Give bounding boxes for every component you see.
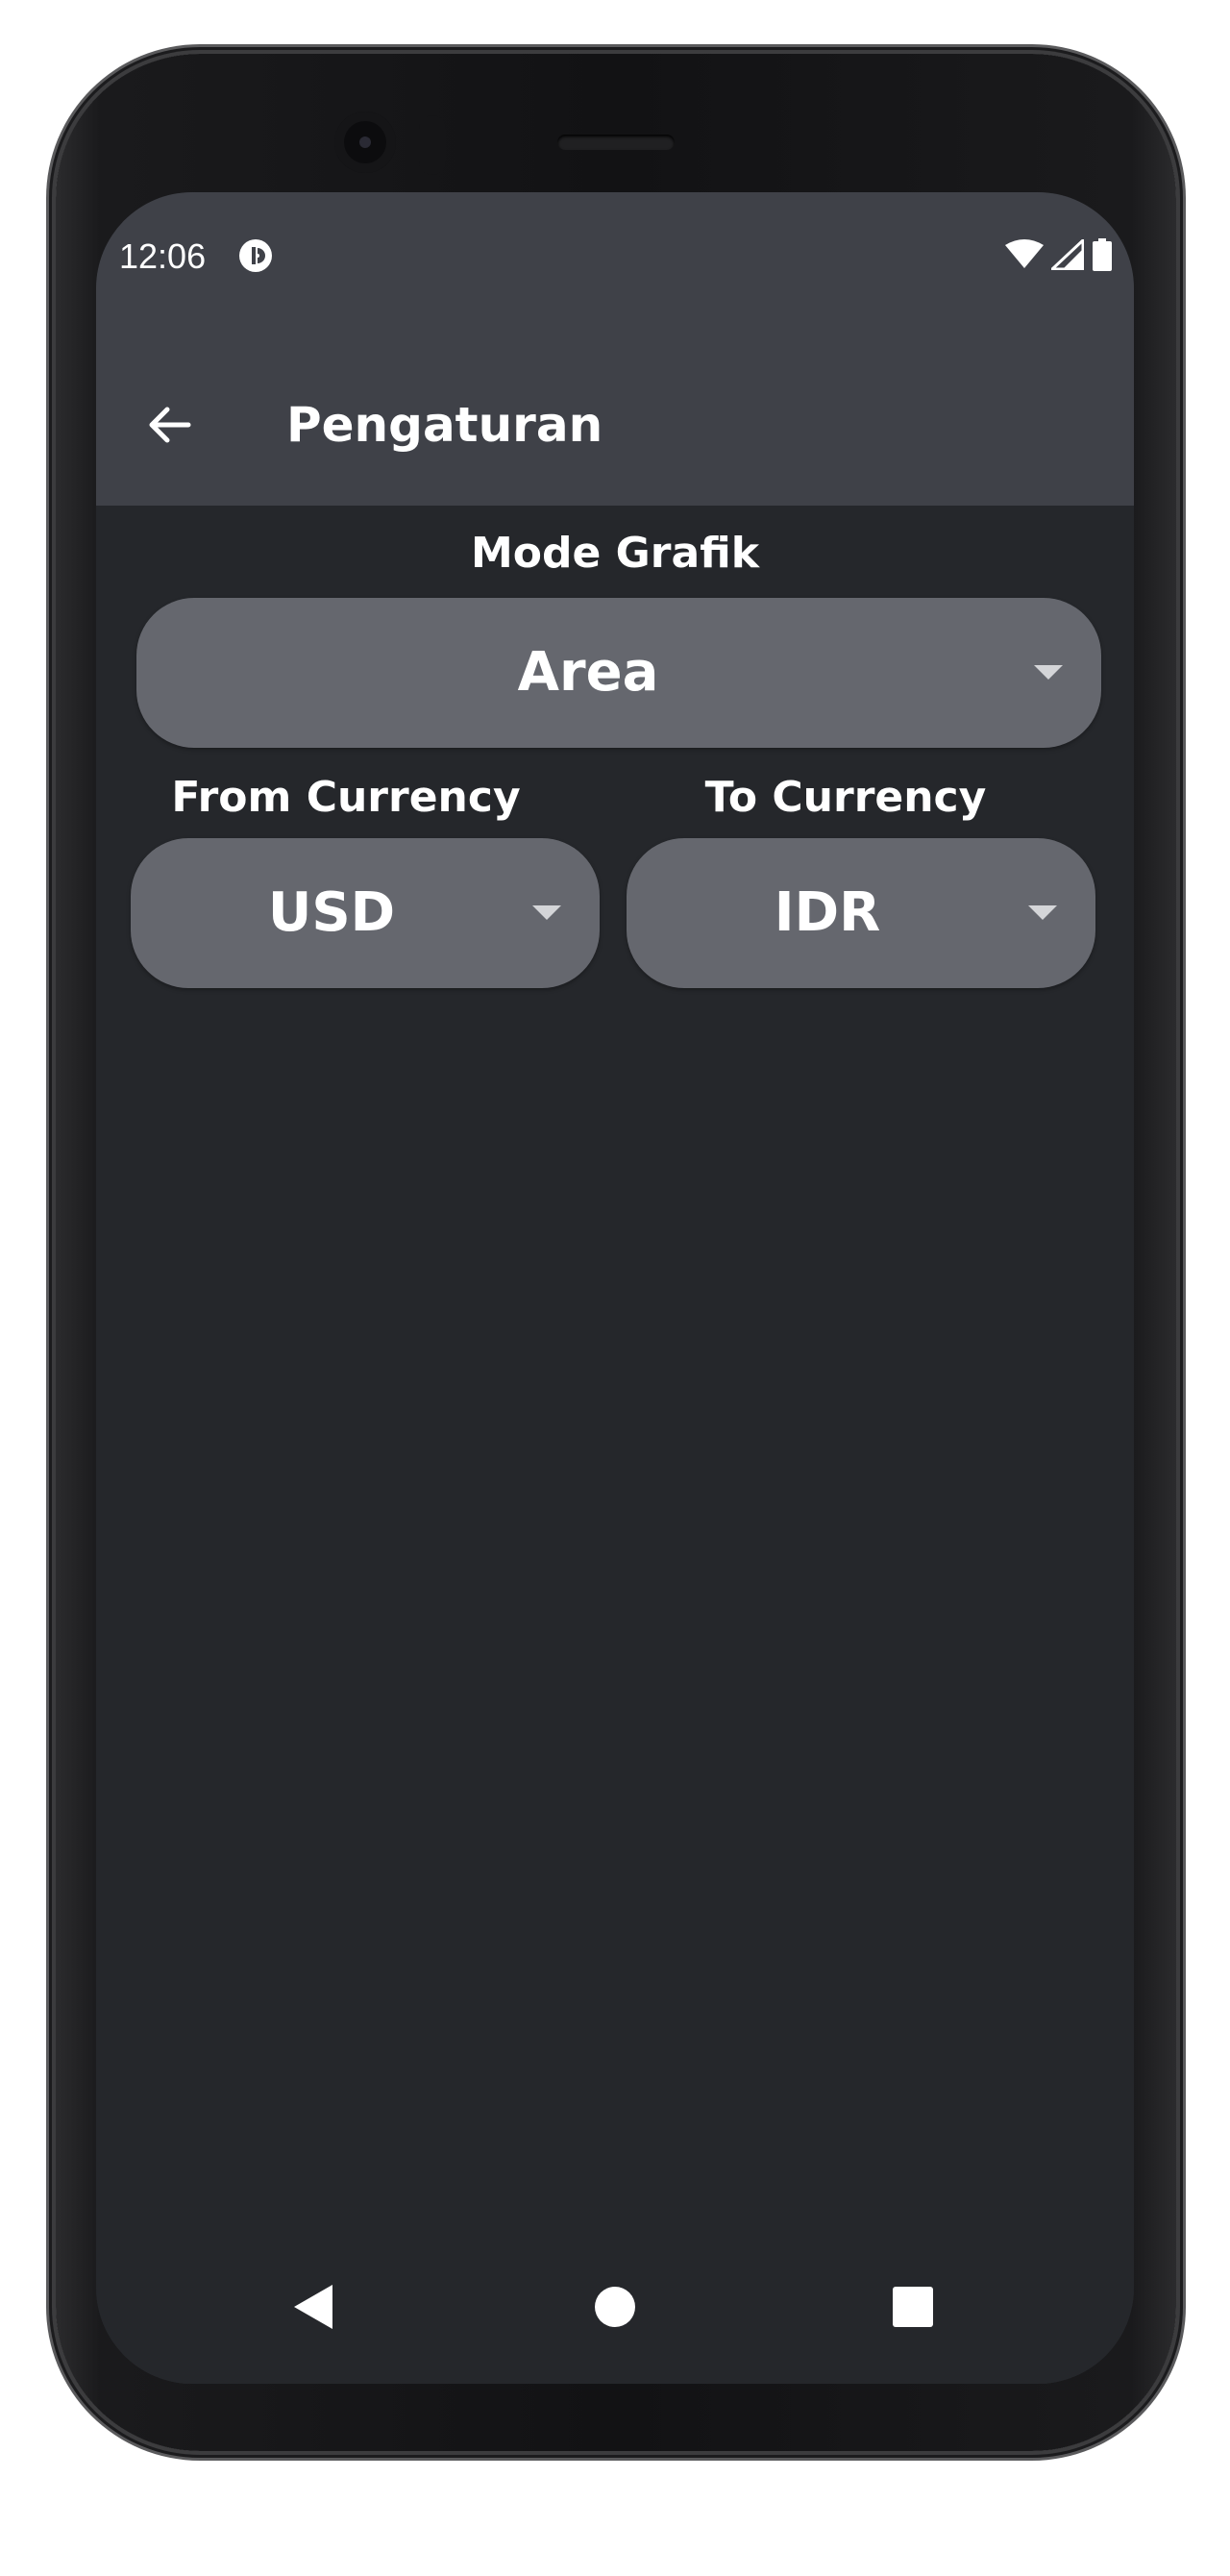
from-currency-value: USD [267, 881, 396, 944]
to-currency-value: IDR [774, 881, 881, 944]
from-currency-label: From Currency [171, 773, 521, 822]
chart-mode-label: Mode Grafik [470, 529, 760, 578]
system-nav-bar [96, 2240, 1134, 2384]
to-currency-label: To Currency [704, 773, 987, 822]
proximity-sensor [419, 115, 446, 175]
nav-recents-icon [893, 2287, 933, 2327]
phone-screen: 12:06 Pengaturan Mode Grafik Area From C… [96, 192, 1134, 2384]
device-stage: 12:06 Pengaturan Mode Grafik Area From C… [0, 0, 1230, 2576]
nav-home-icon [595, 2287, 635, 2327]
chevron-down-icon [1028, 905, 1057, 920]
wifi-icon [1005, 239, 1044, 274]
status-time: 12:06 [119, 236, 207, 276]
to-currency-dropdown[interactable]: IDR [627, 838, 1095, 988]
arrow-back-icon [149, 407, 191, 443]
nav-recents-button[interactable] [874, 2268, 951, 2345]
chevron-down-icon [1034, 665, 1063, 680]
nav-home-button[interactable] [577, 2268, 653, 2345]
nav-back-icon [294, 2285, 332, 2329]
chart-mode-dropdown[interactable]: Area [136, 598, 1101, 748]
status-icons [1005, 236, 1113, 275]
status-bar: 12:06 [96, 192, 1134, 317]
page-title: Pengaturan [286, 397, 603, 453]
battery-icon [1092, 238, 1113, 275]
back-button[interactable] [138, 394, 200, 456]
app-bar: Pengaturan [96, 317, 1134, 506]
chart-mode-value: Area [517, 641, 659, 704]
chevron-down-icon [532, 905, 561, 920]
earpiece-speaker [557, 135, 675, 150]
notification-app-icon [238, 238, 273, 273]
cellular-signal-icon [1048, 236, 1085, 274]
front-camera [334, 111, 396, 173]
settings-content: Mode Grafik Area From Currency USD To Cu… [96, 506, 1134, 2384]
nav-back-button[interactable] [275, 2268, 352, 2345]
from-currency-dropdown[interactable]: USD [131, 838, 600, 988]
